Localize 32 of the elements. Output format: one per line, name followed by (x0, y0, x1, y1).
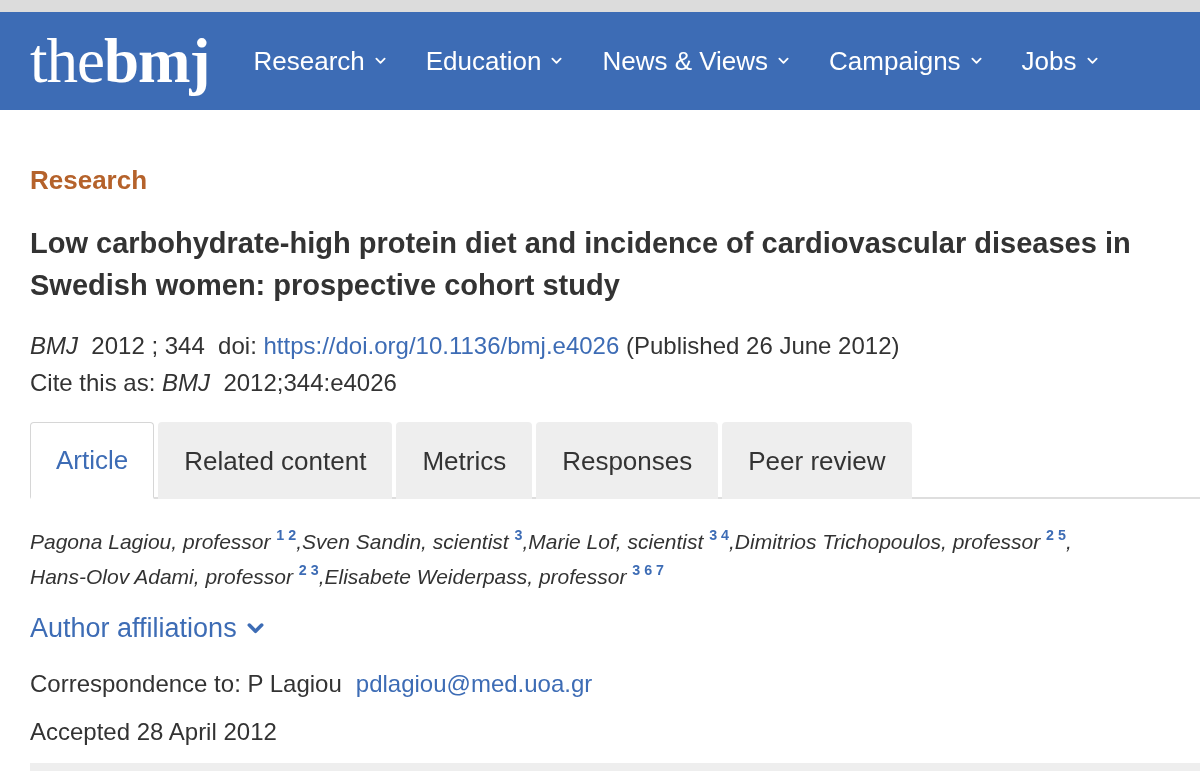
author-entry: Sven Sandin, scientist $^{3}$, (302, 526, 529, 555)
nav-menu-link[interactable]: Jobs (1021, 41, 1098, 81)
cite-as-text: Cite this as: BMJ 2012;344:e4026 (30, 368, 398, 398)
chevron-down-icon (551, 57, 563, 65)
correspondence-text: Correspondence to: P Lagiou (30, 669, 342, 699)
author-entry: Pagona Lagiou, professor $^{1 2}$, (30, 526, 303, 555)
published-date: (Published 26 June 2012) (625, 332, 900, 359)
author-entry: Dimitrios Trichopoulos, professor $^{2 5}$, (734, 526, 1072, 555)
nav-menu-link[interactable]: Research (253, 41, 386, 81)
article-tab[interactable]: Peer review (722, 422, 912, 499)
author-affiliations-link[interactable]: Author affiliations (30, 611, 264, 645)
author-entry: Hans-Olov Adami, professor $^{2 3}$, (30, 561, 325, 590)
article-tab[interactable]: Metrics (396, 422, 533, 499)
chevron-down-icon (1086, 57, 1098, 65)
chevron-down-icon (246, 622, 264, 634)
article-tab[interactable]: Related content (158, 422, 393, 499)
nav-menu-link[interactable]: News & Views (602, 41, 790, 81)
article-title: Low carbohydrate-high protein diet and incidence of cardiovascular diseases in Swedish women: prospective cohort study (30, 226, 1132, 303)
chevron-down-icon (778, 57, 790, 65)
article-tab[interactable]: Article (30, 422, 155, 499)
chevron-down-icon (970, 57, 982, 65)
nav-menu-link[interactable]: Campaigns (829, 41, 982, 81)
article-tab[interactable]: Responses (536, 422, 719, 499)
doi-link[interactable]: https://doi.org/10.1136/bmj.e4026 (263, 332, 620, 359)
accepted-date: Accepted 28 April 2012 (30, 717, 278, 747)
author-entry: Marie Lof, scientist $^{3 4}$, (528, 526, 735, 555)
citation-text: BMJ 2012 ; 344 doi: (30, 332, 257, 359)
nav-menu-link[interactable]: Education (425, 41, 563, 81)
email-link[interactable]: pdlagiou@med.uoa.gr (355, 669, 593, 699)
chevron-down-icon (374, 57, 386, 65)
author-entry: Elisabete Weiderpass, professor $^{3 6 7}$ (324, 561, 664, 590)
section-label: Research (30, 165, 149, 195)
